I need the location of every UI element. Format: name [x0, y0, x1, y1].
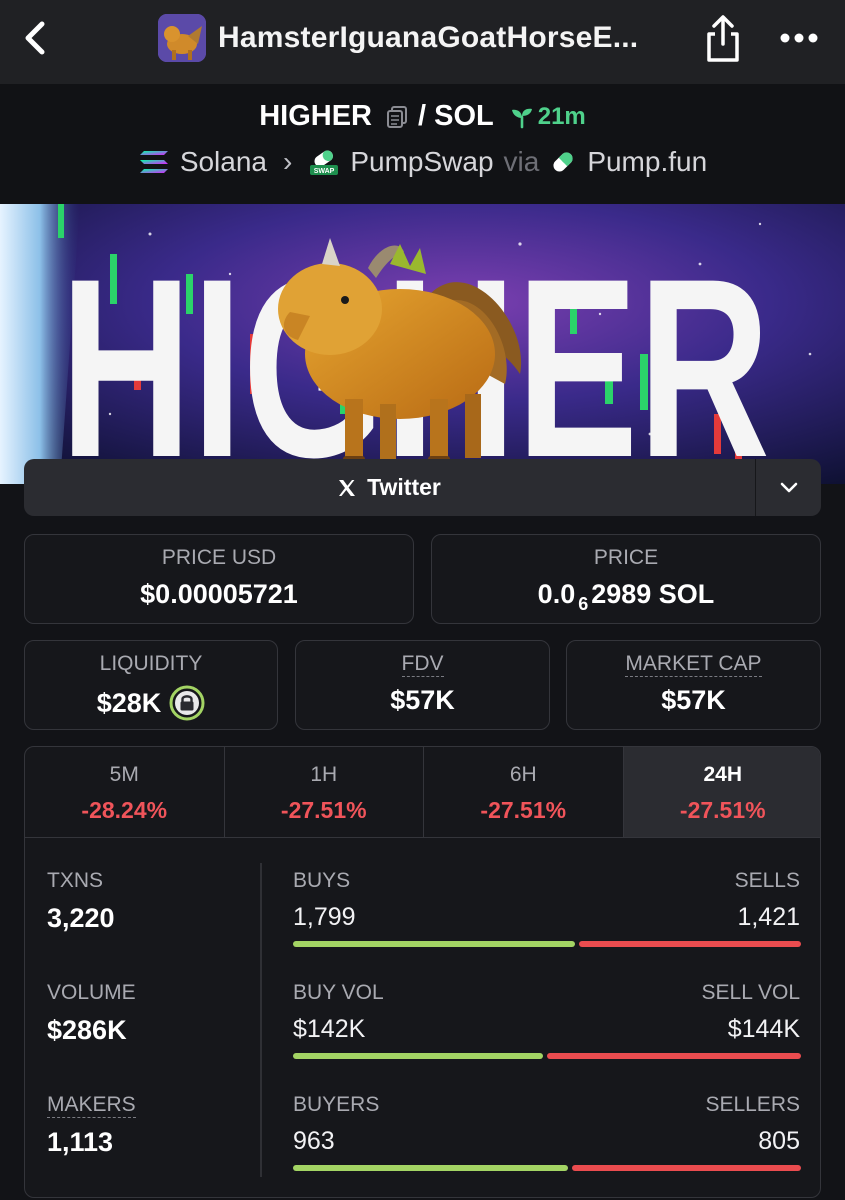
sells-label: SELLS: [734, 869, 800, 892]
price-native-rest: 2989 SOL: [591, 579, 715, 609]
volume-value: $286K: [47, 1015, 127, 1045]
price-native-prefix: 0.0: [537, 579, 576, 609]
copy-icon[interactable]: [386, 105, 408, 129]
stats-divider: [260, 863, 262, 1177]
tab-6h[interactable]: 6H -27.51%: [424, 747, 624, 837]
fdv-card: FDV $57K: [295, 640, 550, 730]
base-token-symbol: HIGHER: [259, 100, 372, 132]
sell-vol-value: $144K: [727, 1015, 800, 1043]
x-logo-icon: [339, 479, 356, 496]
timeframe-tabs: 5M -28.24% 1H -27.51% 6H -27.51% 24H -27…: [25, 747, 820, 838]
tab-5m[interactable]: 5M -28.24%: [25, 747, 225, 837]
pair-age: 21m: [537, 102, 586, 130]
price-native-card: PRICE 0.0 6 2989 SOL: [431, 534, 821, 624]
price-usd-card: PRICE USD $0.00005721: [24, 534, 414, 624]
token-banner-image: HIGHER: [0, 204, 845, 484]
chain-breadcrumb: Solana › SWAP PumpSwap via Pump.fun: [0, 146, 845, 178]
lock-icon[interactable]: [169, 685, 205, 721]
sellers-value: 805: [758, 1127, 800, 1155]
tab-label: 24H: [703, 763, 743, 786]
chevron-down-icon: [780, 482, 797, 492]
fdv-label[interactable]: FDV: [401, 652, 444, 677]
price-native-value: 0.0 6 2989 SOL: [432, 579, 820, 614]
sell-vol-bar: [547, 1053, 801, 1059]
buys-label: BUYS: [293, 869, 351, 892]
price-usd-value: $0.00005721: [140, 579, 298, 609]
market-cap-card: MARKET CAP $57K: [566, 640, 821, 730]
liquidity-value-row: $28K: [25, 685, 277, 721]
price-change: -28.24%: [81, 797, 168, 823]
buys-bar: [293, 941, 575, 947]
dex-name[interactable]: PumpSwap: [350, 146, 493, 178]
sells-bar: [579, 941, 801, 947]
price-native-zero-count: 6: [578, 594, 589, 614]
price-native-label: PRICE: [593, 546, 659, 569]
pair-title: HIGHER / SOL 21m: [0, 100, 845, 133]
twitter-label: Twitter: [367, 474, 441, 500]
sellers-label: SELLERS: [705, 1093, 800, 1116]
more-links-dropdown[interactable]: [755, 459, 821, 516]
buys-value: 1,799: [293, 903, 356, 931]
market-cap-value: $57K: [661, 685, 726, 715]
tab-label: 6H: [509, 763, 537, 786]
market-cap-label[interactable]: MARKET CAP: [625, 652, 762, 677]
price-change: -27.51%: [679, 797, 766, 823]
tab-label: 5M: [109, 763, 139, 786]
pumpswap-icon: SWAP: [310, 150, 339, 175]
pair-age-badge: 21m: [510, 103, 586, 131]
social-links-bar: Twitter: [24, 459, 821, 516]
solana-icon: [139, 151, 168, 173]
buyers-value: 963: [293, 1127, 335, 1155]
makers-label[interactable]: MAKERS: [47, 1093, 136, 1118]
price-change: -27.51%: [480, 797, 567, 823]
buy-vol-value: $142K: [293, 1015, 366, 1043]
svg-text:SWAP: SWAP: [314, 168, 335, 175]
via-label: via: [503, 146, 540, 177]
makers-value: 1,113: [47, 1127, 114, 1157]
trading-stats-panel: 5M -28.24% 1H -27.51% 6H -27.51% 24H -27…: [24, 746, 821, 1198]
tab-1h[interactable]: 1H -27.51%: [225, 747, 424, 837]
liquidity-label: LIQUIDITY: [99, 652, 203, 675]
quote-token-symbol: / SOL: [418, 100, 494, 132]
chain-name[interactable]: Solana: [180, 146, 267, 178]
buyers-bar: [293, 1165, 568, 1171]
liquidity-value: $28K: [96, 687, 162, 718]
liquidity-card: LIQUIDITY $28K: [24, 640, 278, 730]
buyers-label: BUYERS: [293, 1093, 380, 1116]
sprout-icon: [511, 108, 532, 128]
sell-vol-label: SELL VOL: [701, 981, 800, 1004]
price-usd-label: PRICE USD: [161, 546, 277, 569]
chevron-right-icon: ›: [283, 146, 293, 177]
chevron-left-icon: [25, 21, 45, 55]
token-avatar: [158, 14, 206, 62]
tab-24h[interactable]: 24H -27.51%: [623, 747, 820, 837]
sellers-bar: [572, 1165, 801, 1171]
twitter-button[interactable]: Twitter: [24, 459, 754, 516]
share-icon: [707, 15, 739, 62]
page-title: HamsterIguanaGoatHorseE...: [218, 21, 639, 54]
tab-label: 1H: [310, 763, 338, 786]
buy-vol-bar: [293, 1053, 543, 1059]
txns-label: TXNS: [47, 869, 104, 892]
more-button[interactable]: [776, 20, 822, 56]
more-icon: [780, 33, 818, 43]
pumpfun-icon: [553, 152, 573, 172]
sells-value: 1,421: [737, 903, 800, 931]
back-button[interactable]: [22, 18, 56, 58]
launchpad-name[interactable]: Pump.fun: [587, 146, 707, 178]
price-change: -27.51%: [280, 797, 367, 823]
txns-value: 3,220: [47, 903, 115, 933]
buy-vol-label: BUY VOL: [293, 981, 384, 1004]
share-button[interactable]: [700, 14, 746, 64]
fdv-value: $57K: [390, 685, 455, 715]
top-nav-bar: HamsterIguanaGoatHorseE...: [0, 0, 845, 84]
volume-label: VOLUME: [47, 981, 136, 1004]
